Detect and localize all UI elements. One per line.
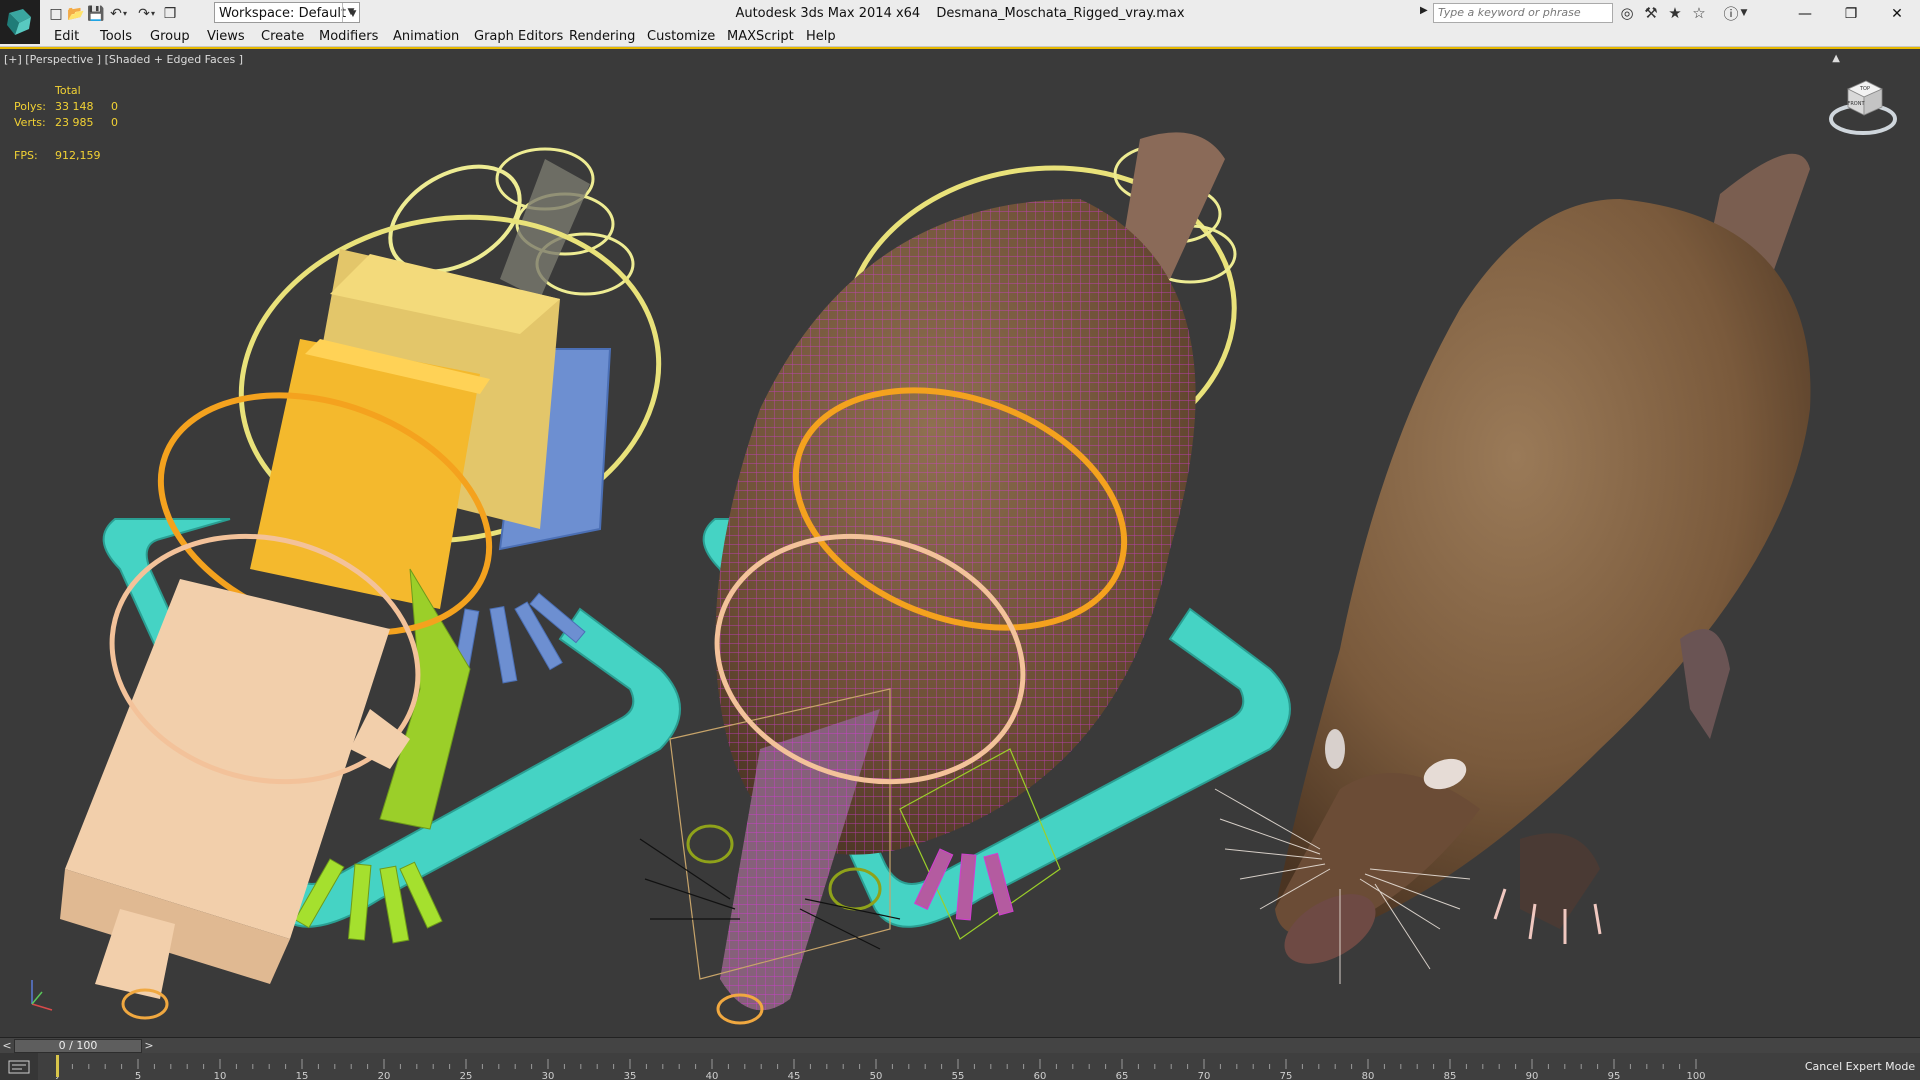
favorites-star-icon[interactable]: ☆	[1688, 3, 1710, 23]
ruler-tick-label: 60	[1034, 1071, 1047, 1080]
communication-center-icon[interactable]: ★	[1664, 3, 1686, 23]
search-input[interactable]: Type a keyword or phrase	[1433, 3, 1613, 23]
ruler-tick-label: 20	[378, 1071, 391, 1080]
viewcube-top-label[interactable]: TOP	[1859, 86, 1870, 92]
ruler-tick-label: 75	[1280, 1071, 1293, 1080]
ruler-tick-label: 25	[460, 1071, 473, 1080]
ruler-tick-label: 85	[1444, 1071, 1457, 1080]
menu-group[interactable]: Group	[150, 28, 190, 45]
polys-label: Polys:	[14, 100, 46, 113]
ruler-tick-label: 40	[706, 1071, 719, 1080]
viewcube-front-label[interactable]: FRONT	[1847, 101, 1865, 107]
ruler-tick-label: 30	[542, 1071, 555, 1080]
ruler-tick-label: 15	[296, 1071, 309, 1080]
quick-access-dropdown-icon[interactable]: ▼	[343, 4, 363, 23]
app-title: Autodesk 3ds Max 2014 x64	[735, 6, 921, 21]
project-folder-icon[interactable]: ❒	[160, 4, 180, 23]
menu-bar: Edit Tools Group Views Create Modifiers …	[0, 27, 1920, 47]
verts-selected: 0	[111, 116, 118, 129]
stats-header: Total	[55, 84, 81, 97]
scene-statistics: Total Polys: 33 148 0 Verts: 23 985 0 FP…	[14, 83, 118, 164]
ruler-tick-label: 100	[1686, 1071, 1705, 1080]
app-menu-button[interactable]	[0, 0, 40, 44]
fps-label: FPS:	[14, 149, 38, 162]
menu-help[interactable]: Help	[806, 28, 836, 45]
time-next-button[interactable]: >	[142, 1038, 156, 1054]
menu-maxscript[interactable]: MAXScript	[727, 28, 794, 45]
ruler-tick-label: 50	[870, 1071, 883, 1080]
ruler-tick-label: 70	[1198, 1071, 1211, 1080]
search-expand-icon[interactable]: ▶	[1420, 5, 1428, 16]
axis-tripod-icon	[31, 980, 53, 1011]
polys-selected: 0	[111, 100, 118, 113]
workspace-label: Workspace: Default	[219, 6, 347, 21]
rig-wireframe-model[interactable]	[639, 132, 1291, 1025]
save-file-icon[interactable]: 💾	[86, 4, 106, 23]
textured-mole-model[interactable]	[1214, 153, 1811, 984]
menu-tools[interactable]: Tools	[100, 28, 132, 45]
track-bar: 0510152025303540455055606570758085909510…	[0, 1053, 1920, 1080]
current-frame-marker[interactable]	[56, 1055, 59, 1077]
open-file-icon[interactable]: 📂	[66, 4, 86, 23]
menu-graph-editors[interactable]: Graph Editors	[474, 28, 563, 45]
rig-bone-model[interactable]	[60, 145, 685, 1020]
ruler-tick-label: 55	[952, 1071, 965, 1080]
polys-total: 33 148	[55, 100, 94, 113]
viewport-label[interactable]: [+] [Perspective ] [Shaded + Edged Faces…	[4, 53, 243, 66]
close-icon[interactable]: ✕	[1874, 0, 1920, 27]
ruler-tick-label: 65	[1116, 1071, 1129, 1080]
menu-edit[interactable]: Edit	[54, 28, 79, 45]
title-bar: □ 📂 💾 ↶ ▾ ↷ ▾ ❒ Workspace: Default ▼ ▼ A…	[0, 0, 1920, 28]
perspective-viewport[interactable]: [+] [Perspective ] [Shaded + Edged Faces…	[0, 47, 1920, 1037]
ruler-tick-label: 5	[135, 1071, 141, 1080]
time-prev-button[interactable]: <	[0, 1038, 14, 1054]
new-file-icon[interactable]: □	[46, 4, 66, 23]
ruler-tick-label: 80	[1362, 1071, 1375, 1080]
mini-curve-editor-icon[interactable]	[0, 1053, 38, 1080]
track-ruler[interactable]: 0510152025303540455055606570758085909510…	[56, 1053, 1746, 1080]
menu-rendering[interactable]: Rendering	[569, 28, 635, 45]
fps-value: 912,159	[55, 149, 101, 162]
3ds-max-logo-icon	[7, 9, 31, 35]
time-slider-bar: < 0 / 100 >	[0, 1037, 1920, 1054]
ruler-tick-label: 10	[214, 1071, 227, 1080]
ruler-tick-label: 35	[624, 1071, 637, 1080]
cancel-expert-mode-button[interactable]: Cancel Expert Mode	[1800, 1053, 1920, 1080]
undo-dropdown-icon[interactable]: ▾	[120, 4, 130, 23]
menu-create[interactable]: Create	[261, 28, 304, 45]
lock-icon[interactable]: ▲	[1832, 53, 1840, 64]
time-slider[interactable]: 0 / 100	[14, 1039, 142, 1053]
redo-dropdown-icon[interactable]: ▾	[148, 4, 158, 23]
restore-icon[interactable]: ❐	[1828, 0, 1874, 27]
scene-render[interactable]	[0, 49, 1920, 1037]
ruler-tick-label: 95	[1608, 1071, 1621, 1080]
verts-total: 23 985	[55, 116, 94, 129]
menu-views[interactable]: Views	[207, 28, 245, 45]
ruler-tick-label: 45	[788, 1071, 801, 1080]
viewcube[interactable]: TOP FRONT	[1828, 69, 1898, 139]
menu-customize[interactable]: Customize	[647, 28, 715, 45]
menu-modifiers[interactable]: Modifiers	[319, 28, 378, 45]
ruler-tick-label: 90	[1526, 1071, 1539, 1080]
menu-animation[interactable]: Animation	[393, 28, 459, 45]
file-name: Desmana_Moschata_Rigged_vray.max	[936, 6, 1185, 21]
workspace-select[interactable]: Workspace: Default ▼	[214, 2, 360, 23]
binoculars-icon[interactable]: ◎	[1616, 3, 1638, 23]
subscription-icon[interactable]: ⚒	[1640, 3, 1662, 23]
help-dropdown-icon[interactable]: ▼	[1738, 3, 1750, 23]
search-placeholder: Type a keyword or phrase	[1438, 6, 1581, 19]
verts-label: Verts:	[14, 116, 46, 129]
minimize-icon[interactable]: —	[1782, 0, 1828, 27]
